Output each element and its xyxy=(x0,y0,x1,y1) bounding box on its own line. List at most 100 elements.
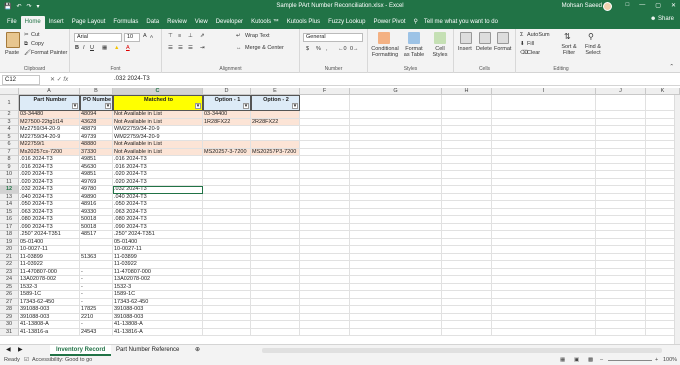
part-number-cell[interactable]: 391088-003 xyxy=(19,313,80,321)
option-1-cell[interactable] xyxy=(203,238,251,246)
row-header[interactable]: 19 xyxy=(0,238,19,246)
matched-to-cell[interactable]: .090 2024-T3 xyxy=(113,223,203,231)
grid-cell[interactable] xyxy=(492,328,596,336)
matched-to-cell[interactable]: 391088-003 xyxy=(113,306,203,314)
matched-to-cell[interactable]: .050 2024-T3 xyxy=(113,201,203,209)
po-number-cell[interactable]: 48879 xyxy=(80,126,113,134)
option-1-cell[interactable] xyxy=(203,201,251,209)
column-header-f[interactable]: F xyxy=(300,88,350,95)
currency-button[interactable]: $ xyxy=(306,46,309,52)
filter-dropdown-icon[interactable]: ▾ xyxy=(292,103,298,109)
grid-cell[interactable] xyxy=(350,231,442,239)
sheet-tab-inventory-record[interactable]: Inventory Record xyxy=(50,345,112,356)
matched-to-cell[interactable]: .016 2024-T3 xyxy=(113,163,203,171)
normal-view-icon[interactable]: ▦ xyxy=(560,357,565,363)
grid-cell[interactable] xyxy=(442,171,492,179)
row-header[interactable]: 28 xyxy=(0,306,19,314)
grid-cell[interactable] xyxy=(596,328,646,336)
grid-cell[interactable] xyxy=(300,268,350,276)
option-2-cell[interactable] xyxy=(251,306,300,314)
grid-cell[interactable] xyxy=(442,223,492,231)
grid-cell[interactable] xyxy=(596,298,646,306)
row-header[interactable]: 26 xyxy=(0,291,19,299)
matched-to-cell[interactable]: .080 2024-T3 xyxy=(113,216,203,224)
grid-cell[interactable] xyxy=(492,268,596,276)
option-2-cell[interactable] xyxy=(251,216,300,224)
matched-to-cell[interactable]: 391088-003 xyxy=(113,313,203,321)
option-1-cell[interactable] xyxy=(203,246,251,254)
po-number-cell[interactable]: - xyxy=(80,283,113,291)
grid-cell[interactable] xyxy=(596,291,646,299)
grid-cell[interactable] xyxy=(350,291,442,299)
grid-cell[interactable] xyxy=(442,133,492,141)
select-all-corner[interactable] xyxy=(0,88,19,95)
grid-cell[interactable] xyxy=(350,216,442,224)
row-header[interactable]: 20 xyxy=(0,246,19,254)
matched-to-cell[interactable]: .063 2024-T3 xyxy=(113,208,203,216)
grid-cell[interactable] xyxy=(350,261,442,269)
part-number-cell[interactable]: 41-13816-a xyxy=(19,328,80,336)
row-header[interactable]: 27 xyxy=(0,298,19,306)
paste-icon[interactable] xyxy=(6,32,20,48)
option-2-cell[interactable] xyxy=(251,126,300,134)
format-cells-button[interactable]: Format xyxy=(494,46,511,52)
grid-cell[interactable] xyxy=(492,171,596,179)
grid-cell[interactable] xyxy=(596,118,646,126)
delete-cells-icon[interactable] xyxy=(479,32,491,44)
matched-to-cell[interactable]: 1532-3 xyxy=(113,283,203,291)
option-2-cell[interactable] xyxy=(251,156,300,164)
autosum-button[interactable]: AutoSum xyxy=(527,32,550,38)
grid-cell[interactable] xyxy=(442,321,492,329)
option-1-cell[interactable] xyxy=(203,193,251,201)
grid-cell[interactable] xyxy=(596,268,646,276)
matched-to-cell[interactable]: .040 2024-T3 xyxy=(113,193,203,201)
grid-cell[interactable] xyxy=(300,231,350,239)
part-number-cell[interactable]: 17343-62-450 xyxy=(19,298,80,306)
grid-cell[interactable] xyxy=(442,126,492,134)
option-1-cell[interactable] xyxy=(203,133,251,141)
tab-insert[interactable]: Insert xyxy=(45,16,68,29)
po-number-cell[interactable] xyxy=(80,238,113,246)
option-1-cell[interactable] xyxy=(203,283,251,291)
option-2-cell[interactable] xyxy=(251,201,300,209)
row-header[interactable]: 22 xyxy=(0,261,19,269)
grid-cell[interactable] xyxy=(492,223,596,231)
po-number-cell[interactable]: 48916 xyxy=(80,201,113,209)
grid-cell[interactable] xyxy=(350,156,442,164)
underline-button[interactable]: U xyxy=(90,45,94,51)
part-number-cell[interactable]: M22759/1 xyxy=(19,141,80,149)
po-number-cell[interactable]: 49330 xyxy=(80,208,113,216)
matched-to-cell[interactable]: 10-0027-11 xyxy=(113,246,203,254)
row-header[interactable]: 17 xyxy=(0,223,19,231)
option-2-cell[interactable] xyxy=(251,133,300,141)
grid-cell[interactable] xyxy=(596,111,646,119)
grid-cell[interactable] xyxy=(442,95,492,111)
grid-cell[interactable] xyxy=(350,298,442,306)
tab-file[interactable]: File xyxy=(3,16,21,29)
grid-cell[interactable] xyxy=(596,178,646,186)
grid-cell[interactable] xyxy=(300,276,350,284)
header-po-number[interactable]: PO Numbe ▾ xyxy=(80,95,113,111)
grid-cell[interactable] xyxy=(492,291,596,299)
grid-cell[interactable] xyxy=(492,298,596,306)
grid-cell[interactable] xyxy=(596,261,646,269)
part-number-cell[interactable]: .020 2024-T3 xyxy=(19,171,80,179)
fill-color-icon[interactable]: ▲ xyxy=(114,45,119,51)
row-header[interactable]: 15 xyxy=(0,208,19,216)
row-header[interactable]: 12 xyxy=(0,186,19,194)
option-2-cell[interactable] xyxy=(251,178,300,186)
matched-to-cell[interactable]: 11-03922 xyxy=(113,261,203,269)
po-number-cell[interactable] xyxy=(80,261,113,269)
column-header-d[interactable]: D xyxy=(203,88,251,95)
part-number-cell[interactable]: M22759/34-20-9 xyxy=(19,133,80,141)
tab-power-pivot[interactable]: Power Pivot xyxy=(369,16,409,29)
grid-cell[interactable] xyxy=(300,306,350,314)
decrease-decimal-icon[interactable]: 0→ xyxy=(350,46,359,52)
grid-cell[interactable] xyxy=(442,193,492,201)
grid-cell[interactable] xyxy=(492,118,596,126)
option-2-cell[interactable] xyxy=(251,163,300,171)
percent-button[interactable]: % xyxy=(316,46,321,52)
delete-cells-button[interactable]: Delete xyxy=(476,46,492,52)
row-header[interactable]: 14 xyxy=(0,201,19,209)
sort-filter-icon[interactable]: ⇅ xyxy=(564,32,571,41)
